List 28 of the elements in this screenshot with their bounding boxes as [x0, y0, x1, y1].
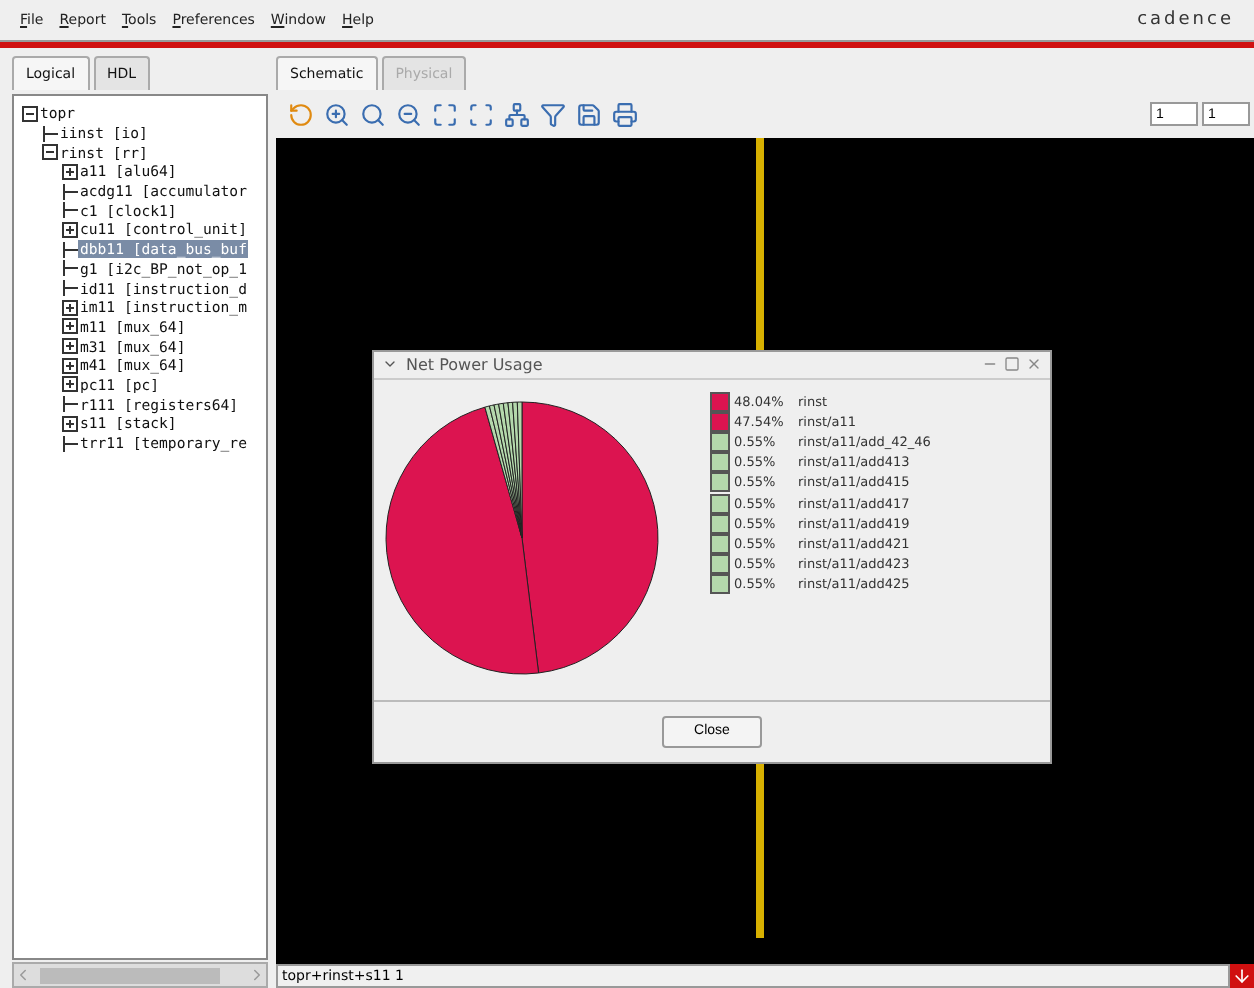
expand-icon[interactable] [62, 299, 78, 316]
fit-icon[interactable] [432, 101, 458, 127]
expand-icon[interactable] [62, 357, 78, 374]
tree-line-icon [62, 435, 78, 452]
filter-icon[interactable] [540, 101, 566, 127]
download-icon[interactable] [1230, 964, 1254, 988]
hierarchy-icon[interactable] [504, 101, 530, 127]
expand-icon[interactable] [62, 376, 78, 393]
collapse-icon[interactable] [22, 105, 38, 122]
expand-icon[interactable] [62, 338, 78, 355]
print-icon[interactable] [612, 101, 638, 127]
logo: cadence [1137, 10, 1234, 30]
expand-icon[interactable] [62, 415, 78, 432]
zoom-area-icon[interactable] [468, 101, 494, 127]
expand-icon[interactable] [62, 318, 78, 335]
zoom-out-icon[interactable] [396, 101, 422, 127]
search-icon[interactable] [360, 101, 386, 127]
expand-icon[interactable] [62, 221, 78, 238]
expand-icon[interactable] [62, 163, 78, 180]
tree-line-icon [42, 125, 58, 142]
tree-line-icon [62, 396, 78, 413]
close-icon[interactable] [1026, 356, 1042, 373]
save-icon[interactable] [576, 101, 602, 127]
collapse-icon[interactable] [42, 144, 58, 161]
refresh-icon[interactable] [288, 101, 314, 127]
zoom-in-icon[interactable] [324, 101, 350, 127]
dialog-title: Net Power Usage [406, 355, 543, 374]
tree-line-icon [62, 280, 78, 297]
